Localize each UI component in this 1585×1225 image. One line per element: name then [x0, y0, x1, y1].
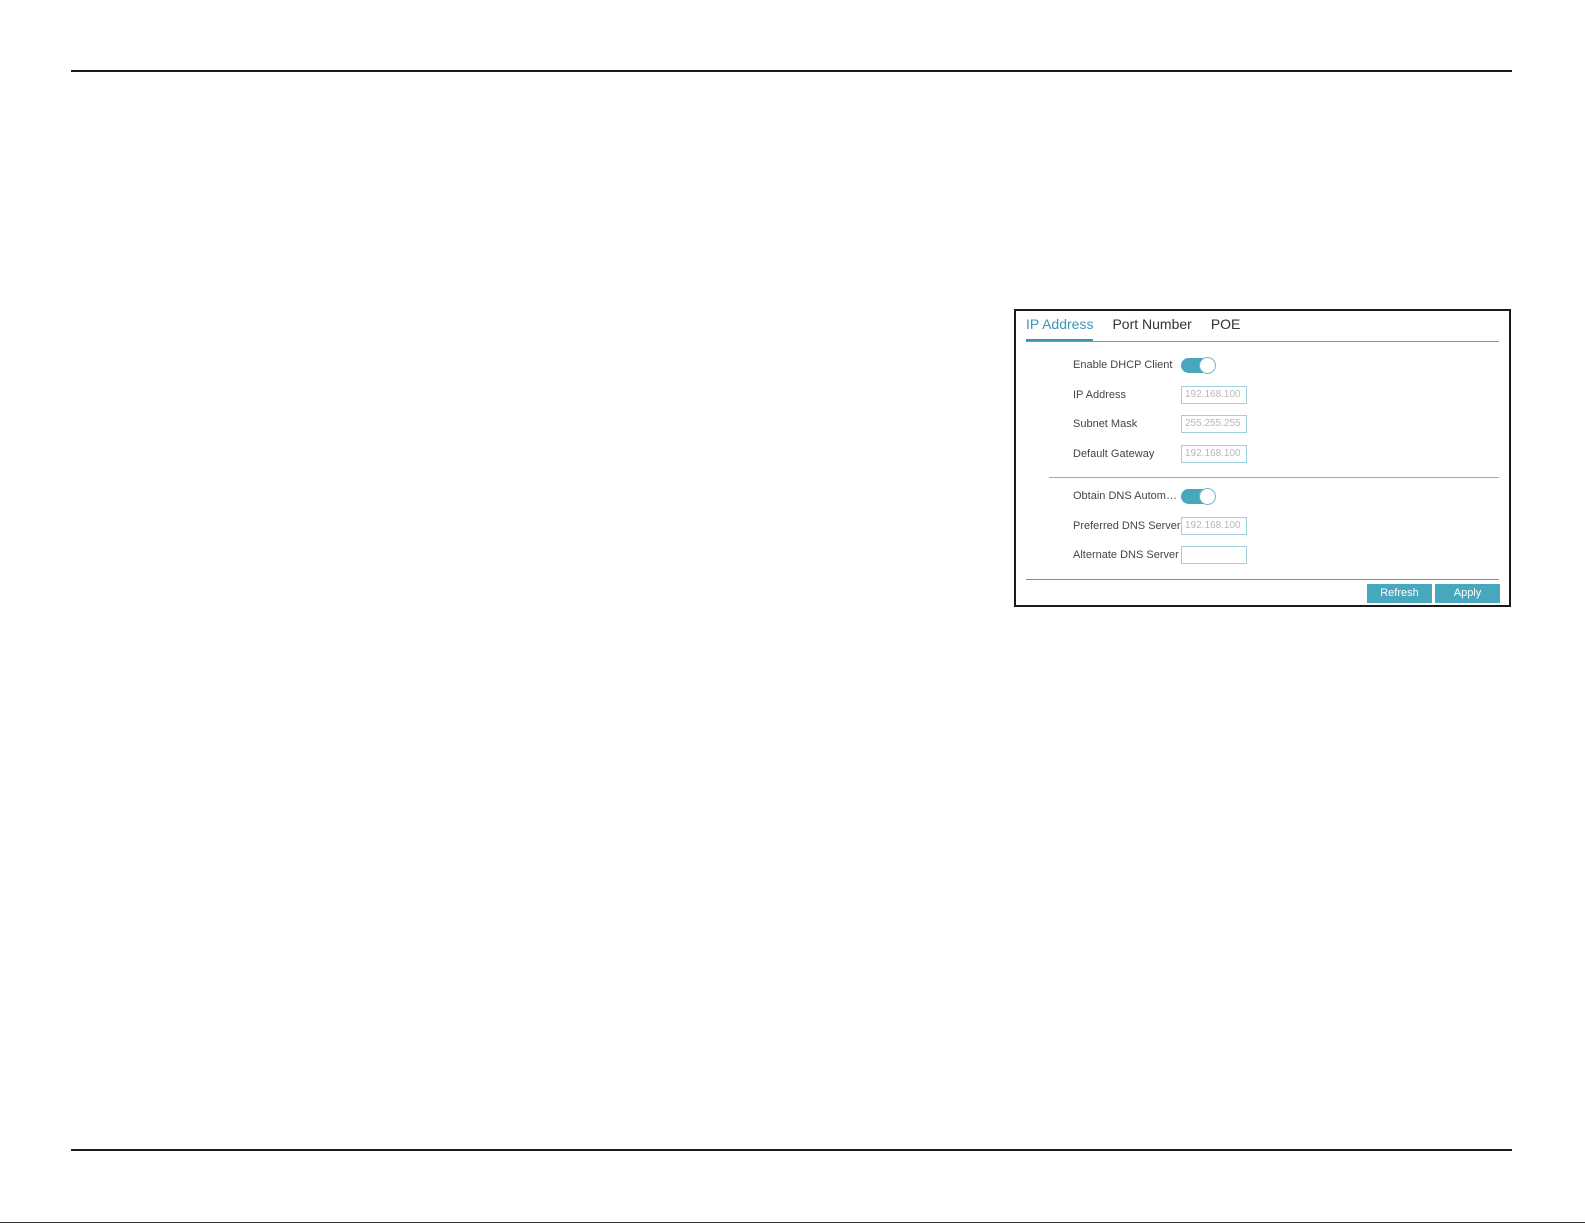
alternate-dns-row: Alternate DNS Server	[1073, 546, 1247, 564]
subnet-mask-row: Subnet Mask 255.255.255	[1073, 415, 1247, 433]
page-edge-line	[0, 1222, 1585, 1223]
ip-address-label: IP Address	[1073, 389, 1126, 401]
toggle-knob	[1199, 356, 1216, 374]
ip-address-input[interactable]: 192.168.100	[1181, 386, 1247, 404]
dhcp-label: Enable DHCP Client	[1073, 359, 1173, 371]
toggle-knob	[1199, 487, 1216, 505]
preferred-dns-input[interactable]: 192.168.100	[1181, 517, 1247, 535]
subnet-mask-input[interactable]: 255.255.255	[1181, 415, 1247, 433]
obtain-dns-label: Obtain DNS Automati...	[1073, 490, 1181, 502]
tab-ip-address[interactable]: IP Address	[1026, 316, 1094, 341]
alternate-dns-label: Alternate DNS Server	[1073, 549, 1179, 561]
apply-button[interactable]: Apply	[1435, 584, 1500, 603]
default-gateway-input[interactable]: 192.168.100	[1181, 445, 1247, 463]
page-bottom-rule	[71, 1149, 1512, 1151]
obtain-dns-row: Obtain DNS Automati...	[1073, 487, 1216, 505]
preferred-dns-row: Preferred DNS Server 192.168.100	[1073, 517, 1247, 535]
footer-divider	[1026, 579, 1499, 580]
dhcp-row: Enable DHCP Client	[1073, 356, 1216, 374]
tab-bar: IP Address Port Number POE	[1026, 311, 1499, 342]
obtain-dns-toggle[interactable]	[1181, 487, 1216, 505]
ip-address-row: IP Address 192.168.100	[1073, 386, 1247, 404]
default-gateway-label: Default Gateway	[1073, 448, 1155, 460]
section-divider	[1049, 477, 1499, 478]
network-settings-panel: IP Address Port Number POE Enable DHCP C…	[1014, 309, 1511, 607]
refresh-button[interactable]: Refresh	[1367, 584, 1432, 603]
dhcp-toggle[interactable]	[1181, 356, 1216, 374]
default-gateway-row: Default Gateway 192.168.100	[1073, 445, 1247, 463]
preferred-dns-label: Preferred DNS Server	[1073, 520, 1181, 532]
tab-port-number[interactable]: Port Number	[1112, 316, 1191, 341]
tab-poe[interactable]: POE	[1211, 316, 1241, 341]
subnet-mask-label: Subnet Mask	[1073, 418, 1138, 430]
page-top-rule	[71, 70, 1512, 72]
alternate-dns-input[interactable]	[1181, 546, 1247, 564]
